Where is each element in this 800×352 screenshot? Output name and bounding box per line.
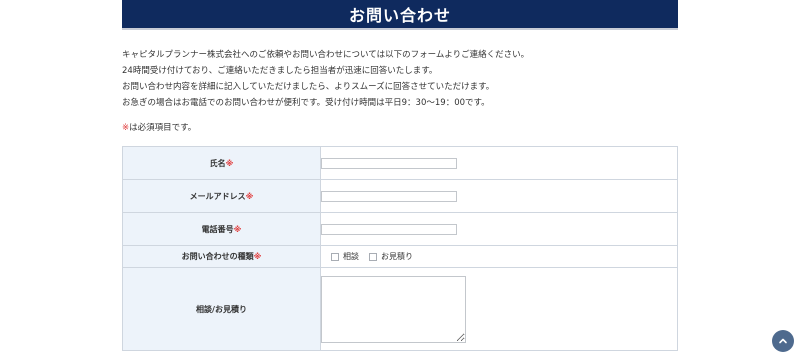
intro-line: お急ぎの場合はお電話でのお問い合わせが便利です。受け付け時間は平日9：30〜19…: [122, 98, 490, 108]
inquiry-type-label-text: お問い合わせの種類: [181, 252, 254, 261]
phone-label: 電話番号※: [122, 212, 321, 246]
contact-form: 氏名※ メールアドレス※ 電話番号※ お問い合わせの種類※ 相談 お見積り 相談…: [122, 146, 678, 351]
inquiry-type-options: 相談 お見積り: [321, 251, 677, 262]
name-input[interactable]: [321, 157, 457, 169]
form-row-inquiry-type: お問い合わせの種類※ 相談 お見積り: [122, 245, 678, 268]
inquiry-type-cell: 相談 お見積り: [320, 245, 678, 268]
scroll-to-top-button[interactable]: [772, 330, 794, 352]
consult-option[interactable]: 相談: [331, 251, 359, 262]
name-label: 氏名※: [122, 146, 321, 180]
email-field-cell: [320, 179, 678, 213]
phone-field-cell: [320, 212, 678, 246]
page-title: お問い合わせ: [348, 6, 451, 25]
intro-line: 24時間受け付けており、ご連絡いただきましたら担当者が迅速に回答いたします。: [122, 66, 438, 76]
required-mark: ※: [225, 158, 234, 168]
consult-option-label: 相談: [343, 252, 359, 261]
required-note: ※は必須項目です。: [122, 121, 196, 135]
intro-line: キャピタルプランナー株式会社へのご依頼やお問い合わせについては以下のフォームより…: [122, 50, 530, 60]
chevron-up-icon: [779, 338, 787, 344]
inquiry-type-label: お問い合わせの種類※: [122, 245, 321, 268]
message-textarea[interactable]: [321, 275, 466, 343]
estimate-checkbox[interactable]: [369, 252, 377, 261]
page-header: お問い合わせ: [122, 0, 678, 30]
phone-input[interactable]: [321, 223, 457, 235]
estimate-option-label: お見積り: [381, 252, 413, 261]
required-mark: ※: [233, 224, 242, 234]
message-label: 相談/お見積り: [122, 267, 321, 351]
message-label-text: 相談/お見積り: [196, 304, 247, 314]
phone-label-text: 電話番号: [201, 224, 234, 234]
form-row-phone: 電話番号※: [122, 212, 678, 246]
name-label-text: 氏名: [209, 158, 226, 168]
message-field-cell: [320, 267, 678, 351]
intro-line: お問い合わせ内容を詳細に記入していただけましたら、よりスムーズに回答させていただ…: [122, 82, 495, 92]
email-label: メールアドレス※: [122, 179, 321, 213]
required-mark: ※: [253, 252, 262, 261]
form-row-name: 氏名※: [122, 146, 678, 180]
form-row-message: 相談/お見積り: [122, 267, 678, 351]
consult-checkbox[interactable]: [331, 252, 339, 261]
intro-text: キャピタルプランナー株式会社へのご依頼やお問い合わせについては以下のフォームより…: [122, 47, 682, 111]
form-row-email: メールアドレス※: [122, 179, 678, 213]
name-field-cell: [320, 146, 678, 180]
required-note-text: は必須項目です。: [129, 123, 197, 133]
email-input[interactable]: [321, 190, 457, 202]
required-mark: ※: [245, 191, 254, 201]
estimate-option[interactable]: お見積り: [369, 251, 413, 262]
email-label-text: メールアドレス: [189, 191, 246, 201]
